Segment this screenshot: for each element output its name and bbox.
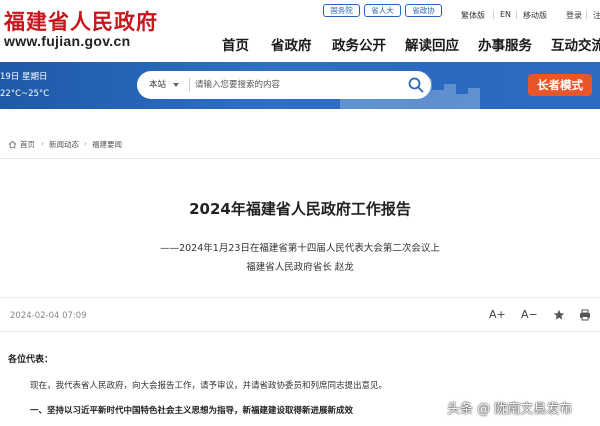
search-banner: 19日 星期日 22°C~25°C 本站 长者模式 — [0, 62, 600, 109]
search-scope-select[interactable]: 本站 — [149, 78, 166, 90]
print-icon[interactable] — [579, 309, 591, 321]
link-state-council[interactable]: 国务院 — [323, 4, 360, 17]
link-register[interactable]: 注 — [593, 10, 600, 21]
link-mobile[interactable]: 移动版 — [523, 10, 547, 21]
nav-interaction[interactable]: 互动交流 — [551, 34, 600, 54]
search-divider — [189, 78, 190, 92]
breadcrumb-news[interactable]: 新闻动态 — [49, 139, 79, 150]
nav-interpretation[interactable]: 解读回应 — [405, 34, 459, 54]
article-author: 福建省人民政府省长 赵龙 — [246, 262, 354, 273]
nav-government[interactable]: 省政府 — [271, 34, 312, 54]
link-traditional-chinese[interactable]: 繁体版 — [461, 10, 485, 21]
home-icon — [8, 140, 17, 149]
chevron-down-icon[interactable] — [173, 83, 179, 87]
font-decrease-button[interactable]: A− — [521, 308, 538, 321]
breadcrumb-separator: › — [41, 139, 44, 148]
divider — [0, 158, 600, 159]
nav-services[interactable]: 办事服务 — [478, 34, 532, 54]
separator: | — [492, 10, 495, 19]
publish-date: 2024-02-04 07:09 — [10, 311, 87, 321]
link-login[interactable]: 登录 — [566, 10, 582, 21]
separator: | — [585, 10, 588, 19]
weather-display: 22°C~25°C — [0, 89, 50, 99]
article-salutation: 各位代表： — [8, 355, 54, 365]
search-input[interactable] — [195, 76, 395, 94]
link-provincial-cppcc[interactable]: 省政协 — [405, 4, 442, 17]
date-display: 19日 星期日 — [0, 72, 48, 82]
article-paragraph: 现在，我代表省人民政府，向大会报告工作，请予审议，并请省政协委员和列席同志提出意… — [30, 381, 388, 391]
breadcrumb-home[interactable]: 首页 — [20, 139, 35, 150]
watermark: 头条 @ 陇南文县发布 — [447, 402, 573, 417]
star-icon[interactable] — [553, 309, 565, 321]
breadcrumb-separator: › — [84, 139, 87, 148]
site-url[interactable]: www.fujian.gov.cn — [4, 33, 130, 49]
search-icon[interactable] — [407, 76, 425, 94]
nav-government-affairs[interactable]: 政务公开 — [332, 34, 386, 54]
divider — [0, 331, 600, 332]
article-title: 2024年福建省人民政府工作报告 — [189, 200, 411, 218]
elder-mode-button[interactable]: 长者模式 — [528, 74, 592, 96]
breadcrumb-fujian-news[interactable]: 福建要闻 — [92, 139, 122, 150]
divider — [0, 297, 600, 298]
nav-home[interactable]: 首页 — [222, 34, 249, 54]
search-box: 本站 — [137, 71, 431, 99]
article-subtitle: ——2024年1月23日在福建省第十四届人民代表大会第二次会议上 — [160, 243, 440, 254]
link-provincial-congress[interactable]: 省人大 — [364, 4, 401, 17]
site-logo[interactable]: 福建省人民政府 — [4, 6, 158, 36]
site-header: 福建省人民政府 www.fujian.gov.cn 国务院 省人大 省政协 繁体… — [0, 0, 600, 62]
separator: | — [515, 10, 518, 19]
link-english[interactable]: EN — [500, 10, 511, 19]
font-increase-button[interactable]: A+ — [489, 308, 506, 321]
article-section-heading: 一、坚持以习近平新时代中国特色社会主义思想为指导，新福建建设取得新进展新成效 — [30, 406, 354, 416]
